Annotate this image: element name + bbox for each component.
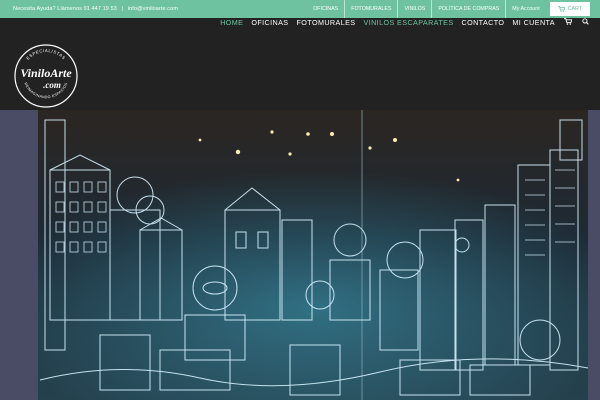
toplink-oficinas[interactable]: OFICINAS — [307, 0, 344, 18]
cart-label: CART — [567, 6, 582, 12]
nav-contacto[interactable]: CONTACTO — [458, 18, 509, 27]
contact-info: Necesita Ayuda? Llámenos 91 447 19 53 | … — [13, 6, 178, 12]
toplink-fotomurales[interactable]: FOTOMURALES — [344, 0, 397, 18]
cart-icon — [557, 6, 565, 12]
nav-search-button[interactable] — [577, 18, 594, 27]
hero-banner — [0, 110, 600, 400]
logo-wordmark: ViniloArte — [20, 66, 72, 80]
site-logo[interactable]: ESPECIALISTAS REIMAGINANDO ESPACIOS Vini… — [12, 42, 80, 110]
contact-phone-text: Necesita Ayuda? Llámenos 91 447 19 53 — [13, 6, 117, 12]
logo-ring-top: ESPECIALISTAS — [25, 48, 66, 61]
right-window-frame — [588, 110, 600, 400]
top-bar: Necesita Ayuda? Llámenos 91 447 19 53 | … — [0, 0, 600, 18]
nav-home[interactable]: HOME — [216, 18, 247, 27]
cart-button[interactable]: CART — [549, 2, 590, 16]
search-icon — [582, 18, 589, 25]
toplink-my-account[interactable]: My Account — [505, 0, 545, 18]
left-window-frame — [0, 110, 38, 400]
site-header: HOME OFICINAS FOTOMURALES VINILOS ESCAPA… — [0, 18, 600, 110]
nav-cart-button[interactable] — [559, 18, 577, 27]
main-nav: HOME OFICINAS FOTOMURALES VINILOS ESCAPA… — [216, 18, 594, 28]
nav-mi-cuenta[interactable]: MI CUENTA — [508, 18, 559, 27]
logo-dotcom: .com — [43, 80, 61, 90]
toplink-politica-compras[interactable]: POLÍTICA DE COMPRAS — [431, 0, 505, 18]
nav-oficinas[interactable]: OFICINAS — [247, 18, 292, 27]
nav-fotomurales[interactable]: FOTOMURALES — [293, 18, 360, 27]
toplink-vinilos[interactable]: VINILOS — [397, 0, 431, 18]
nav-vinilos-escaparates[interactable]: VINILOS ESCAPARATES — [360, 18, 458, 27]
shop-window-illustration — [0, 110, 600, 400]
cart-icon — [564, 18, 573, 25]
svg-text:ESPECIALISTAS: ESPECIALISTAS — [25, 48, 66, 61]
top-links: OFICINAS FOTOMURALES VINILOS POLÍTICA DE… — [307, 0, 600, 18]
contact-email-link[interactable]: info@viniloarte.com — [128, 6, 178, 12]
